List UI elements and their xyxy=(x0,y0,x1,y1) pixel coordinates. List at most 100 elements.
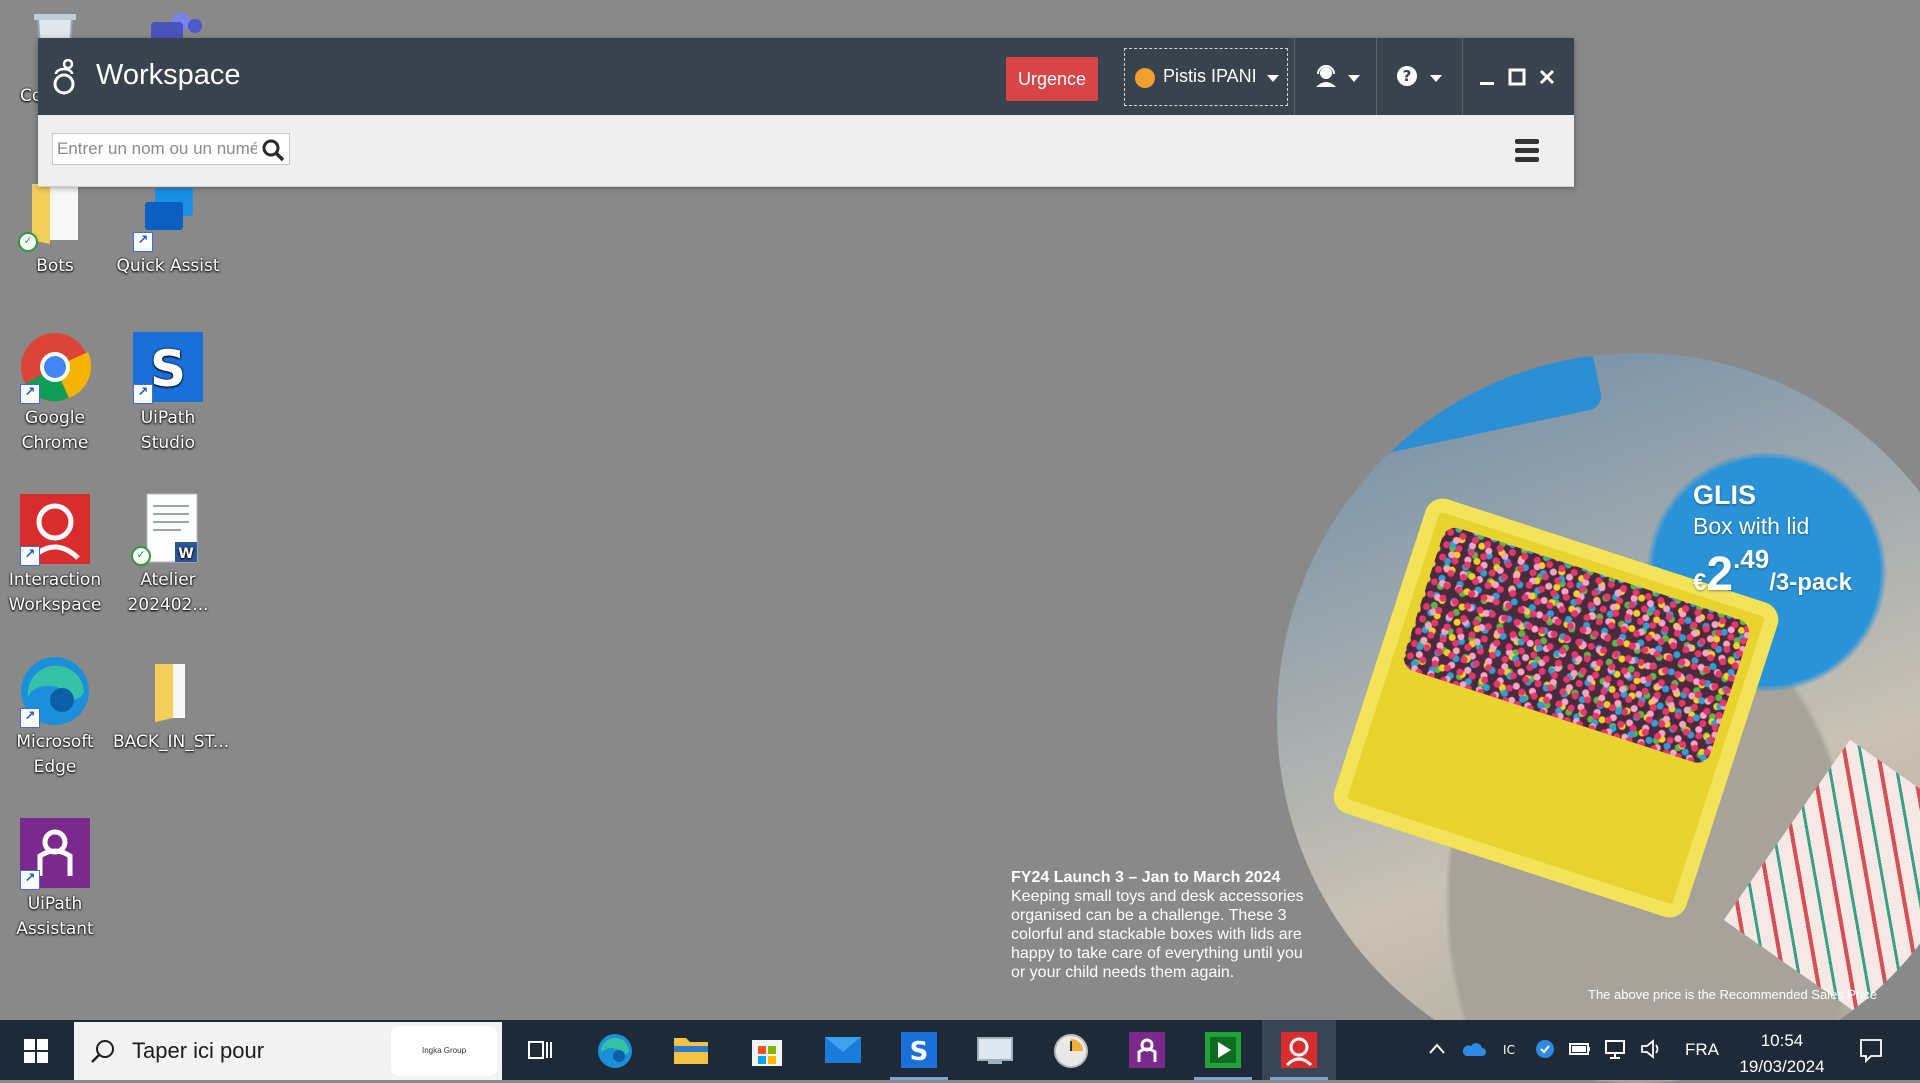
windows-logo-icon xyxy=(24,1039,48,1063)
promo-description: FY24 Launch 3 – Jan to March 2024 Keepin… xyxy=(1011,868,1311,982)
shortcut-arrow-icon: ↗ xyxy=(20,546,40,566)
battery-icon[interactable] xyxy=(1568,1040,1592,1058)
file-explorer-icon xyxy=(674,1038,708,1064)
desktop-icon-label: UiPath Studio xyxy=(140,408,196,453)
svg-text:W: W xyxy=(178,546,193,562)
promo-product-desc: Box with lid xyxy=(1693,513,1810,539)
promo-price-cents: .49 xyxy=(1733,544,1770,574)
workspace-titlebar[interactable]: Workspace Urgence Pistis IPANI ? xyxy=(38,38,1574,115)
maximize-icon[interactable] xyxy=(1508,68,1526,86)
titlebar-divider xyxy=(1294,38,1295,115)
volume-icon[interactable] xyxy=(1640,1038,1662,1060)
chevron-down-icon xyxy=(1348,75,1360,82)
network-icon[interactable] xyxy=(1604,1038,1626,1060)
promo-price: €2.49/3-pack xyxy=(1693,544,1852,602)
desktop-icon-bots[interactable]: ✓ Bots xyxy=(0,178,110,279)
search-input[interactable] xyxy=(57,138,257,160)
taskbar-uipath-studio[interactable]: S xyxy=(882,1020,956,1080)
promo-disclaimer: The above price is the Recommended Sales… xyxy=(1588,987,1878,1002)
clock-time: 10:54 xyxy=(1760,1031,1804,1050)
notification-center-icon[interactable] xyxy=(1858,1037,1884,1063)
interaction-workspace-icon: ↗ xyxy=(18,492,92,566)
svg-text:S: S xyxy=(910,1037,929,1067)
titlebar-divider xyxy=(1376,38,1377,115)
start-button[interactable] xyxy=(0,1020,72,1080)
taskbar-mail[interactable] xyxy=(806,1020,880,1080)
promo-body: Keeping small toys and desk accessories … xyxy=(1011,888,1304,981)
quick-assist-icon: ↗ xyxy=(131,178,205,252)
svg-text:S: S xyxy=(150,340,186,398)
taskbar-uipath-assistant[interactable] xyxy=(1110,1020,1184,1080)
taskbar-search-box[interactable]: Taper ici pour Ingka Group xyxy=(74,1022,502,1080)
desktop-icon-uipath-studio[interactable]: S ↗ UiPath Studio xyxy=(113,330,223,456)
minimize-icon[interactable] xyxy=(1478,68,1496,86)
promo-image xyxy=(1277,353,1920,1083)
desktop-icon-label: Microsoft Edge xyxy=(16,732,94,777)
desktop-icon-label: Atelier 202402... xyxy=(127,570,209,615)
sync-status-icon: ✓ xyxy=(18,232,38,252)
svg-text:?: ? xyxy=(1403,67,1412,85)
desktop-icon-uipath-assistant[interactable]: ↗ UiPath Assistant xyxy=(0,816,110,942)
uipath-assistant-icon: ↗ xyxy=(18,816,92,890)
workspace-toolbar xyxy=(38,115,1574,187)
taskbar-file-explorer[interactable] xyxy=(654,1020,728,1080)
desktop-icon-label: BACK_IN_ST... xyxy=(113,732,230,752)
security-icon[interactable] xyxy=(1534,1038,1556,1060)
desktop-icon-google-chrome[interactable]: ↗ Google Chrome xyxy=(0,330,110,456)
status-clock-icon xyxy=(1135,68,1155,88)
search-box xyxy=(52,133,290,165)
help-icon: ? xyxy=(1397,66,1417,86)
urgence-button[interactable]: Urgence xyxy=(1006,57,1098,101)
edge-icon xyxy=(598,1034,632,1068)
desktop-icon-label: Interaction Workspace xyxy=(8,570,102,615)
workspace-title: Workspace xyxy=(96,59,241,91)
taskbar-clock-app[interactable] xyxy=(1034,1020,1108,1080)
taskbar-media-player[interactable] xyxy=(1186,1020,1260,1080)
interaction-workspace-icon xyxy=(1281,1032,1317,1068)
desktop-icon-label: Bots xyxy=(36,256,74,276)
chevron-up-icon[interactable] xyxy=(1428,1040,1446,1058)
word-doc-icon: W ✓ xyxy=(131,492,205,566)
desktop-icon-quick-assist[interactable]: ↗ Quick Assist xyxy=(113,178,223,279)
mail-icon xyxy=(825,1037,861,1063)
desktop-icon-interaction-workspace[interactable]: ↗ Interaction Workspace xyxy=(0,492,110,618)
taskbar-search-placeholder: Taper ici pour xyxy=(132,1038,265,1063)
shortcut-arrow-icon: ↗ xyxy=(20,708,40,728)
agent-menu-button[interactable] xyxy=(1300,38,1370,115)
media-player-icon xyxy=(1205,1032,1241,1068)
uipath-assistant-icon xyxy=(1129,1032,1165,1068)
clock-app-icon xyxy=(1054,1034,1088,1068)
ingka-logo: Ingka Group xyxy=(391,1026,497,1076)
onedrive-icon[interactable] xyxy=(1462,1040,1486,1058)
taskbar-remote-desktop[interactable] xyxy=(958,1020,1032,1080)
chrome-icon: ↗ xyxy=(18,330,92,404)
ime-icon[interactable]: IC xyxy=(1498,1038,1520,1060)
chevron-down-icon xyxy=(1430,75,1442,82)
edge-icon: ↗ xyxy=(18,654,92,728)
taskbar-store[interactable] xyxy=(730,1020,804,1080)
chevron-down-icon xyxy=(1267,75,1279,82)
close-icon[interactable] xyxy=(1538,68,1556,86)
remote-desktop-icon xyxy=(977,1037,1013,1064)
titlebar-divider xyxy=(1462,38,1463,115)
store-icon xyxy=(752,1040,782,1066)
promo-price-currency: € xyxy=(1693,569,1707,596)
promo-product-info: GLIS Box with lid €2.49/3-pack xyxy=(1693,480,1852,602)
language-indicator[interactable]: FRA xyxy=(1685,1040,1719,1060)
hamburger-menu-icon[interactable] xyxy=(1514,137,1540,163)
search-icon[interactable] xyxy=(261,138,285,162)
help-menu-button[interactable]: ? xyxy=(1382,38,1456,115)
promo-product-name: GLIS xyxy=(1693,480,1757,510)
taskbar-interaction-workspace[interactable] xyxy=(1262,1020,1336,1080)
promo-price-main: 2 xyxy=(1706,548,1734,601)
shortcut-arrow-icon: ↗ xyxy=(20,384,40,404)
desktop-icon-back-in-st-folder[interactable]: BACK_IN_ST... xyxy=(113,654,230,755)
taskbar-edge[interactable] xyxy=(578,1020,652,1080)
desktop-icon-microsoft-edge[interactable]: ↗ Microsoft Edge xyxy=(0,654,110,780)
desktop-icon-atelier-doc[interactable]: W ✓ Atelier 202402... xyxy=(113,492,223,618)
clock-date: 19/03/2024 xyxy=(1739,1057,1825,1076)
taskbar-task-view[interactable] xyxy=(502,1020,576,1080)
agent-status-dropdown[interactable]: Pistis IPANI xyxy=(1124,48,1288,106)
clock[interactable]: 10:54 19/03/2024 xyxy=(1720,1028,1844,1080)
desktop-icon-label: Google Chrome xyxy=(21,408,89,453)
